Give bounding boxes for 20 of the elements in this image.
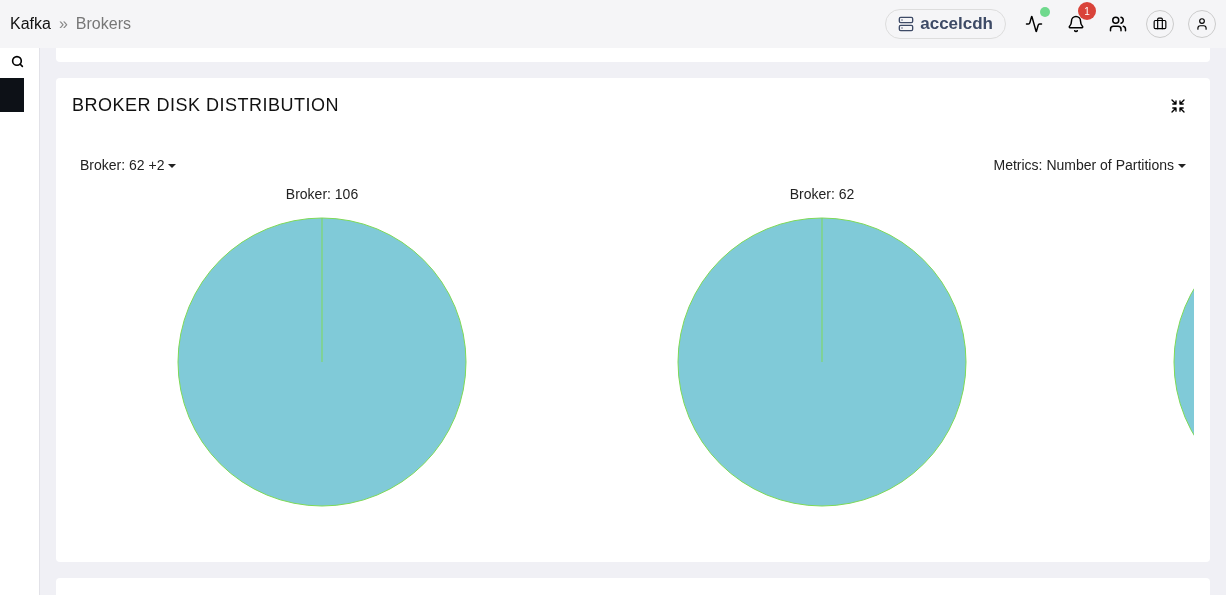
broker-dropdown[interactable]: Broker: 62 +2 (80, 155, 177, 176)
activity-icon (1025, 15, 1043, 33)
server-icon (898, 16, 915, 32)
breadcrumb-separator: » (58, 14, 68, 34)
chart-title: Broker: 62 (789, 185, 855, 204)
breadcrumb-link[interactable]: Brokers (75, 12, 131, 36)
shrink-icon (1170, 97, 1186, 114)
metrics-dropdown[interactable]: Metrics: Number of Partitions (993, 155, 1186, 176)
collapse-button[interactable] (1170, 97, 1186, 114)
bell-icon (1067, 15, 1085, 33)
users-icon (1109, 15, 1127, 33)
card-title: BROKER DISK DISTRIBUTION (72, 94, 340, 117)
caret-icon (1178, 163, 1186, 168)
breadcrumb-link[interactable]: Kafka (10, 12, 51, 36)
caret-icon (168, 163, 177, 168)
notification-badge: 1 (1078, 2, 1096, 20)
briefcase-icon (1153, 17, 1167, 31)
user-icon (1195, 17, 1209, 31)
search-icon (10, 54, 24, 68)
chart-title: Broker: 106 (285, 185, 359, 204)
